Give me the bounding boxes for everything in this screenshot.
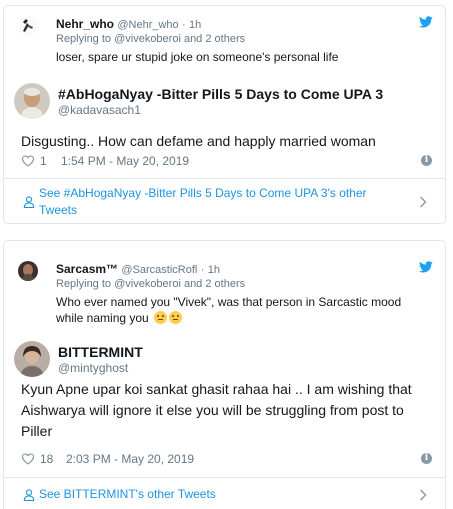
- see-other-tweets-link[interactable]: See #AbHogaNyay -Bitter Pills 5 Days to …: [4, 179, 445, 224]
- tweet-card: Nehr_who @Nehr_who · 1h Replying to @viv…: [3, 5, 446, 224]
- tweet-header: #AbHogaNyay -Bitter Pills 5 Days to Come…: [14, 83, 439, 119]
- person-icon: [23, 196, 35, 208]
- quoted-author-name[interactable]: Nehr_who: [56, 17, 114, 31]
- author-handle[interactable]: @kadavasach1: [58, 103, 141, 117]
- person-icon: [23, 489, 35, 501]
- quoted-relative-time[interactable]: 1h: [189, 19, 201, 31]
- info-icon[interactable]: i: [421, 453, 432, 464]
- info-icon[interactable]: i: [421, 155, 432, 166]
- timestamp[interactable]: 2:03 PM - May 20, 2019: [66, 452, 194, 466]
- tweet-header: BITTERMINT @mintyghost: [14, 341, 439, 377]
- tweet-meta: 18 2:03 PM - May 20, 2019 i: [21, 451, 436, 467]
- avatar[interactable]: [14, 341, 50, 377]
- heart-icon[interactable]: [21, 452, 35, 466]
- tweet-meta: 1 1:54 PM - May 20, 2019 i: [21, 153, 436, 169]
- separator-dot: ·: [200, 264, 205, 276]
- like-count[interactable]: 18: [40, 452, 53, 466]
- author-handle[interactable]: @mintyghost: [58, 361, 128, 375]
- chevron-right-icon[interactable]: [419, 489, 427, 501]
- quoted-tweet-text: loser, spare ur stupid joke on someone's…: [56, 50, 339, 64]
- quoted-author-handle[interactable]: @SarcasticRofl: [121, 264, 197, 276]
- tweet-text: Kyun Apne upar koi sankat ghasit rahaa h…: [21, 381, 412, 439]
- quoted-tweet[interactable]: Nehr_who @Nehr_who · 1h Replying to @viv…: [18, 16, 433, 65]
- thinking-face-emoji: [169, 311, 183, 324]
- like-count[interactable]: 1: [40, 154, 47, 168]
- replying-to[interactable]: Replying to @vivekoberoi and 2 others: [56, 278, 433, 291]
- heart-icon[interactable]: [21, 154, 35, 168]
- thinking-face-emoji: [154, 311, 168, 324]
- author-name[interactable]: BITTERMINT: [58, 344, 143, 360]
- chevron-right-icon[interactable]: [419, 196, 427, 208]
- twitter-bird-icon[interactable]: [419, 261, 433, 273]
- quoted-tweet-text: Who ever named you "Vivek", was that per…: [56, 295, 402, 325]
- tweet-card: Sarcasm™ @SarcasticRofl · 1h Replying to…: [3, 240, 446, 509]
- quoted-tweet[interactable]: Sarcasm™ @SarcasticRofl · 1h Replying to…: [18, 261, 433, 326]
- author-name[interactable]: #AbHogaNyay -Bitter Pills 5 Days to Come…: [58, 86, 383, 102]
- see-other-tweets-link[interactable]: See BITTERMINT's other Tweets: [4, 478, 445, 509]
- tweet-text: Disgusting.. How can defame and happly m…: [21, 133, 376, 149]
- quoted-author-handle[interactable]: @Nehr_who: [117, 19, 178, 31]
- avatar[interactable]: [14, 83, 50, 119]
- replying-to[interactable]: Replying to @vivekoberoi and 2 others: [56, 33, 433, 46]
- quoted-relative-time[interactable]: 1h: [208, 264, 220, 276]
- quoted-author-name[interactable]: Sarcasm™: [56, 262, 118, 276]
- twitter-bird-icon[interactable]: [419, 16, 433, 28]
- avatar[interactable]: [18, 261, 38, 281]
- see-other-tweets-text[interactable]: See BITTERMINT's other Tweets: [39, 486, 216, 503]
- separator-dot: ·: [182, 19, 186, 31]
- avatar[interactable]: [18, 16, 38, 36]
- timestamp[interactable]: 1:54 PM - May 20, 2019: [61, 154, 189, 168]
- see-other-tweets-text[interactable]: See #AbHogaNyay -Bitter Pills 5 Days to …: [39, 185, 367, 219]
